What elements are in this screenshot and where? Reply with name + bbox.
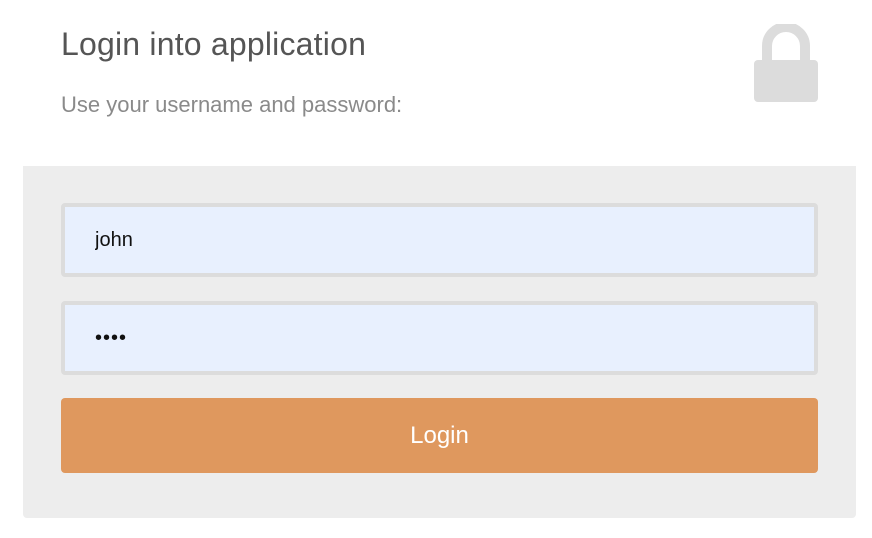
lock-icon <box>754 24 818 102</box>
password-input[interactable] <box>61 301 818 375</box>
page-title: Login into application <box>61 26 367 62</box>
username-input[interactable] <box>61 203 818 277</box>
login-header: Login into application Use your username… <box>23 0 856 166</box>
login-button[interactable]: Login <box>61 398 818 473</box>
page-subtitle: Use your username and password: <box>61 92 403 117</box>
login-form: Login <box>23 166 856 518</box>
login-card: Login into application Use your username… <box>23 0 856 518</box>
